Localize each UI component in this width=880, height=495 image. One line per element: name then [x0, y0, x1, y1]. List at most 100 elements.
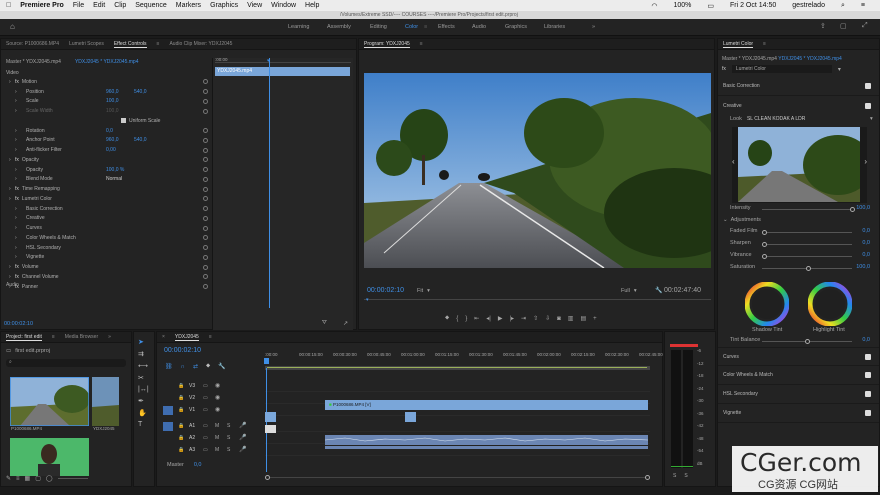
fx-icon[interactable]: fx: [15, 264, 19, 270]
lumetri-master-selector[interactable]: Master * YDXJ2045.mp4: [722, 56, 777, 62]
search-icon[interactable]: ⌕: [841, 2, 845, 10]
shadow-tint-wheel[interactable]: [745, 282, 789, 326]
sync-lock-icon[interactable]: ▭: [203, 395, 208, 401]
effect-row-value[interactable]: 100,0: [106, 108, 119, 114]
lock-icon[interactable]: 🔒: [178, 407, 184, 413]
hand-tool-icon[interactable]: ✋: [138, 409, 149, 417]
track-label[interactable]: V3: [189, 383, 195, 389]
expand-arrow-icon[interactable]: ›: [15, 89, 21, 95]
mute-icon[interactable]: M: [215, 435, 219, 441]
hsl-secondary-checkbox[interactable]: [865, 391, 871, 397]
reset-parameter-icon[interactable]: [203, 137, 208, 143]
effect-row-uniform-scale[interactable]: Uniform Scale: [1, 116, 212, 126]
lumetri-tab[interactable]: Lumetri Color: [723, 41, 754, 48]
intensity-value[interactable]: 100,0: [856, 205, 870, 211]
uniform-scale-checkbox[interactable]: [121, 118, 126, 124]
tab-audio-clip-mixer[interactable]: Audio Clip Mixer: YDXJ2045: [169, 41, 232, 47]
list-view-icon[interactable]: ≡: [16, 476, 20, 482]
effect-dropdown-icon[interactable]: ▾: [838, 66, 841, 73]
panel-menu-icon[interactable]: ≡: [157, 41, 160, 47]
quick-export-icon[interactable]: ▢: [840, 22, 847, 30]
look-preview[interactable]: ‹ ›: [732, 127, 867, 203]
track-lane[interactable]: [265, 421, 650, 432]
program-menu-icon[interactable]: ≡: [420, 41, 423, 47]
workspace-color[interactable]: Color: [405, 24, 418, 30]
tab-media-browser[interactable]: Media Browser: [65, 334, 98, 340]
lock-icon[interactable]: 🔒: [178, 383, 184, 389]
user-name[interactable]: gestrelado: [792, 2, 825, 9]
effect-row-anti-flicker-filter[interactable]: › Anti-flicker Filter 0,00: [1, 145, 212, 155]
slider-value[interactable]: 0,0: [862, 228, 870, 234]
eye-icon[interactable]: ◉: [215, 406, 220, 413]
workspace-assembly[interactable]: Assembly: [327, 24, 351, 30]
effect-row-value[interactable]: 0,00: [106, 147, 116, 153]
sync-lock-icon[interactable]: ▭: [203, 383, 208, 389]
lumetri-clip-selector[interactable]: YDXJ2045 * YDXJ2045.mp4: [778, 56, 842, 62]
track-label[interactable]: A1: [189, 423, 195, 429]
effect-controls-timecode[interactable]: 00:00:02:10: [4, 321, 33, 327]
fx-icon[interactable]: fx: [15, 186, 19, 192]
track-lane[interactable]: [265, 381, 650, 392]
expand-arrow-icon[interactable]: ›: [15, 254, 21, 260]
adjustments-label[interactable]: Adjustments: [731, 217, 761, 223]
effect-row-motion[interactable]: › fx Motion: [1, 77, 212, 87]
ripple-edit-tool-icon[interactable]: ⟷: [138, 362, 149, 370]
color-wheels-checkbox[interactable]: [865, 372, 871, 378]
video-clip-v1-fragment[interactable]: [405, 412, 416, 422]
source-patch-toggle[interactable]: [163, 394, 173, 403]
source-patch-toggle[interactable]: [163, 446, 173, 455]
tab-lumetri-scopes[interactable]: Lumetri Scopes: [69, 41, 104, 47]
nest-icon[interactable]: ⛓: [165, 363, 173, 370]
zoom-select[interactable]: Fit: [417, 288, 423, 294]
effect-row-value[interactable]: 100,0 %: [106, 167, 124, 173]
lift-icon[interactable]: ⇧: [533, 315, 538, 322]
fullscreen-icon[interactable]: ⤢: [862, 22, 868, 30]
wrench-icon[interactable]: 🔧: [655, 287, 662, 294]
tab-project[interactable]: Project: first edit: [6, 334, 42, 341]
effect-row-basic-correction[interactable]: › Basic Correction: [1, 204, 212, 214]
eye-icon[interactable]: ◉: [215, 382, 220, 389]
expand-arrow-icon[interactable]: ›: [15, 137, 21, 143]
menu-list-icon[interactable]: ≡: [861, 2, 865, 9]
menu-edit[interactable]: Edit: [93, 2, 105, 9]
fx-icon[interactable]: fx: [15, 157, 19, 163]
effect-row-value[interactable]: 0,0: [106, 128, 113, 134]
work-area-bar[interactable]: [265, 366, 650, 370]
expand-arrow-icon[interactable]: ›: [15, 167, 21, 173]
audio-clip-a2[interactable]: [325, 446, 648, 449]
fx-icon[interactable]: fx: [15, 79, 19, 85]
reset-parameter-icon[interactable]: [203, 147, 208, 153]
go-to-out-icon[interactable]: ⇥: [521, 315, 526, 322]
reset-parameter-icon[interactable]: [203, 254, 208, 260]
sync-lock-icon[interactable]: ▭: [203, 447, 208, 453]
adjust-slider[interactable]: [762, 266, 852, 271]
expand-arrow-icon[interactable]: ›: [15, 206, 21, 212]
solo-icon[interactable]: S: [227, 435, 230, 441]
reset-parameter-icon[interactable]: [203, 196, 208, 202]
intensity-slider[interactable]: [762, 207, 855, 212]
track-label[interactable]: A3: [189, 447, 195, 453]
scroll-left-handle[interactable]: [265, 475, 270, 480]
section-vignette[interactable]: Vignette: [718, 404, 879, 423]
lock-icon[interactable]: 🔒: [178, 395, 184, 401]
tab-effect-controls[interactable]: Effect Controls: [113, 41, 147, 48]
curves-checkbox[interactable]: [865, 353, 871, 360]
program-scrubber[interactable]: ▾: [364, 297, 711, 305]
wifi-icon[interactable]: ◠: [651, 2, 657, 10]
selection-tool-icon[interactable]: ➤: [138, 338, 149, 346]
reset-parameter-icon[interactable]: [203, 215, 208, 221]
expand-arrow-icon[interactable]: ›: [15, 108, 21, 114]
menu-clip[interactable]: Clip: [114, 2, 126, 9]
solo-right-button[interactable]: S: [684, 473, 687, 479]
freeform-view-icon[interactable]: ▢: [35, 475, 41, 482]
workspace-editing[interactable]: Editing: [370, 24, 387, 30]
reset-parameter-icon[interactable]: [203, 284, 208, 289]
effect-row-anchor-point[interactable]: › Anchor Point 960,0 540,0: [1, 136, 212, 146]
app-menu[interactable]: Premiere Pro: [20, 2, 64, 9]
effect-row-value-2[interactable]: 540,0: [134, 137, 147, 143]
section-color-wheels[interactable]: Color Wheels & Match: [718, 366, 879, 385]
menu-sequence[interactable]: Sequence: [135, 2, 167, 9]
adjust-slider-knob[interactable]: [762, 254, 767, 259]
menu-view[interactable]: View: [247, 2, 262, 9]
slider-value[interactable]: 100,0: [856, 264, 870, 270]
